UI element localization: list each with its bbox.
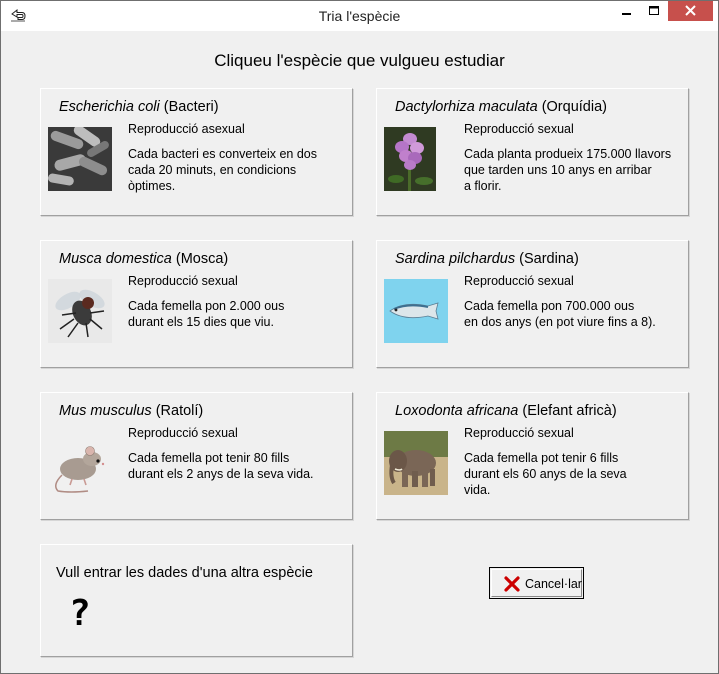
maximize-button[interactable] xyxy=(641,1,668,21)
description-line: Cada planta produeix 175.000 llavors xyxy=(464,147,672,161)
species-card-ecoli[interactable]: Escherichia coli (Bacteri) Reproducció a… xyxy=(40,88,353,216)
species-description: Cada femella pon 2.000 ous durant els 15… xyxy=(128,298,348,330)
window-title: Tria l'espècie xyxy=(318,8,401,24)
species-description: Cada femella pon 700.000 ous en dos anys… xyxy=(464,298,684,330)
species-name: Dactylorhiza maculata (Orquídia) xyxy=(395,99,607,115)
species-card-sardine[interactable]: Sardina pilchardus (Sardina) Reproducció… xyxy=(376,240,689,368)
reproduction-type: Reproducció sexual xyxy=(464,274,574,288)
description-line: òptimes. xyxy=(128,179,176,193)
cancel-button-label: Cancel·lar xyxy=(525,577,582,591)
species-latin-name: Dactylorhiza maculata xyxy=(395,99,538,115)
species-latin-name: Mus musculus xyxy=(59,403,152,419)
species-latin-name: Loxodonta africana xyxy=(395,403,519,419)
title-bar[interactable]: Tria l'espècie xyxy=(1,1,718,31)
species-name: Sardina pilchardus (Sardina) xyxy=(395,251,579,267)
sardine-image xyxy=(384,279,448,343)
species-description: Cada bacteri es converteix en dos cada 2… xyxy=(128,146,348,194)
description-line: Cada bacteri es converteix en dos xyxy=(128,147,317,161)
species-card-fly[interactable]: Musca domestica (Mosca) Reproducció sexu… xyxy=(40,240,353,368)
species-latin-name: Escherichia coli xyxy=(59,99,160,115)
close-button[interactable] xyxy=(668,1,713,21)
minimize-button[interactable] xyxy=(613,1,641,21)
species-common-name: (Bacteri) xyxy=(163,99,219,115)
other-species-card[interactable]: Vull entrar les dades d'una altra espèci… xyxy=(40,544,353,657)
species-name: Loxodonta africana (Elefant africà) xyxy=(395,403,617,419)
minimize-icon xyxy=(622,13,631,15)
species-card-orchid[interactable]: Dactylorhiza maculata (Orquídia) Reprodu… xyxy=(376,88,689,216)
maximize-icon xyxy=(649,6,659,15)
fly-image xyxy=(48,279,112,343)
species-name: Mus musculus (Ratolí) xyxy=(59,403,203,419)
species-common-name: (Elefant africà) xyxy=(522,403,617,419)
species-latin-name: Musca domestica xyxy=(59,251,172,267)
orchid-image xyxy=(384,127,436,191)
mouse-image xyxy=(48,431,112,495)
red-x-icon xyxy=(504,576,520,592)
question-mark-icon: ? xyxy=(69,593,91,634)
close-icon xyxy=(685,5,696,16)
species-common-name: (Orquídia) xyxy=(541,99,607,115)
reproduction-type: Reproducció asexual xyxy=(128,122,245,136)
description-line: durant els 15 dies que viu. xyxy=(128,315,274,329)
other-species-label: Vull entrar les dades d'una altra espèci… xyxy=(56,565,313,581)
bacteria-image xyxy=(48,127,112,191)
description-line: cada 20 minuts, en condicions xyxy=(128,163,297,177)
species-card-mouse[interactable]: Mus musculus (Ratolí) Reproducció sexual… xyxy=(40,392,353,520)
cancel-button[interactable]: Cancel·lar xyxy=(489,567,584,599)
reproduction-type: Reproducció sexual xyxy=(128,274,238,288)
species-description: Cada planta produeix 175.000 llavors que… xyxy=(464,146,684,194)
species-description: Cada femella pot tenir 6 fills durant el… xyxy=(464,450,684,498)
reproduction-type: Reproducció sexual xyxy=(128,426,238,440)
reproduction-type: Reproducció sexual xyxy=(464,122,574,136)
species-common-name: (Mosca) xyxy=(175,251,229,267)
elephant-image xyxy=(384,431,448,495)
description-line: Cada femella pot tenir 80 fills xyxy=(128,451,290,465)
species-common-name: (Ratolí) xyxy=(155,403,204,419)
description-line: durant els 60 anys de la seva xyxy=(464,467,627,481)
dialog-window: Tria l'espècie Cliqueu l'espècie que vul… xyxy=(0,0,719,674)
description-line: vida. xyxy=(464,483,491,497)
description-line: Cada femella pon 700.000 ous xyxy=(464,299,635,313)
species-latin-name: Sardina pilchardus xyxy=(395,251,516,267)
species-name: Escherichia coli (Bacteri) xyxy=(59,99,219,115)
description-line: que tarden uns 10 anys en arribar xyxy=(464,163,652,177)
description-line: Cada femella pot tenir 6 fills xyxy=(464,451,619,465)
species-name: Musca domestica (Mosca) xyxy=(59,251,228,267)
page-heading: Cliqueu l'espècie que vulgueu estudiar xyxy=(214,51,505,70)
description-line: a florir. xyxy=(464,179,502,193)
description-line: Cada femella pon 2.000 ous xyxy=(128,299,285,313)
species-card-elephant[interactable]: Loxodonta africana (Elefant africà) Repr… xyxy=(376,392,689,520)
reproduction-type: Reproducció sexual xyxy=(464,426,574,440)
species-description: Cada femella pot tenir 80 fills durant e… xyxy=(128,450,348,482)
description-line: en dos anys (en pot viure fins a 8). xyxy=(464,315,656,329)
description-line: durant els 2 anys de la seva vida. xyxy=(128,467,314,481)
species-common-name: (Sardina) xyxy=(519,251,579,267)
